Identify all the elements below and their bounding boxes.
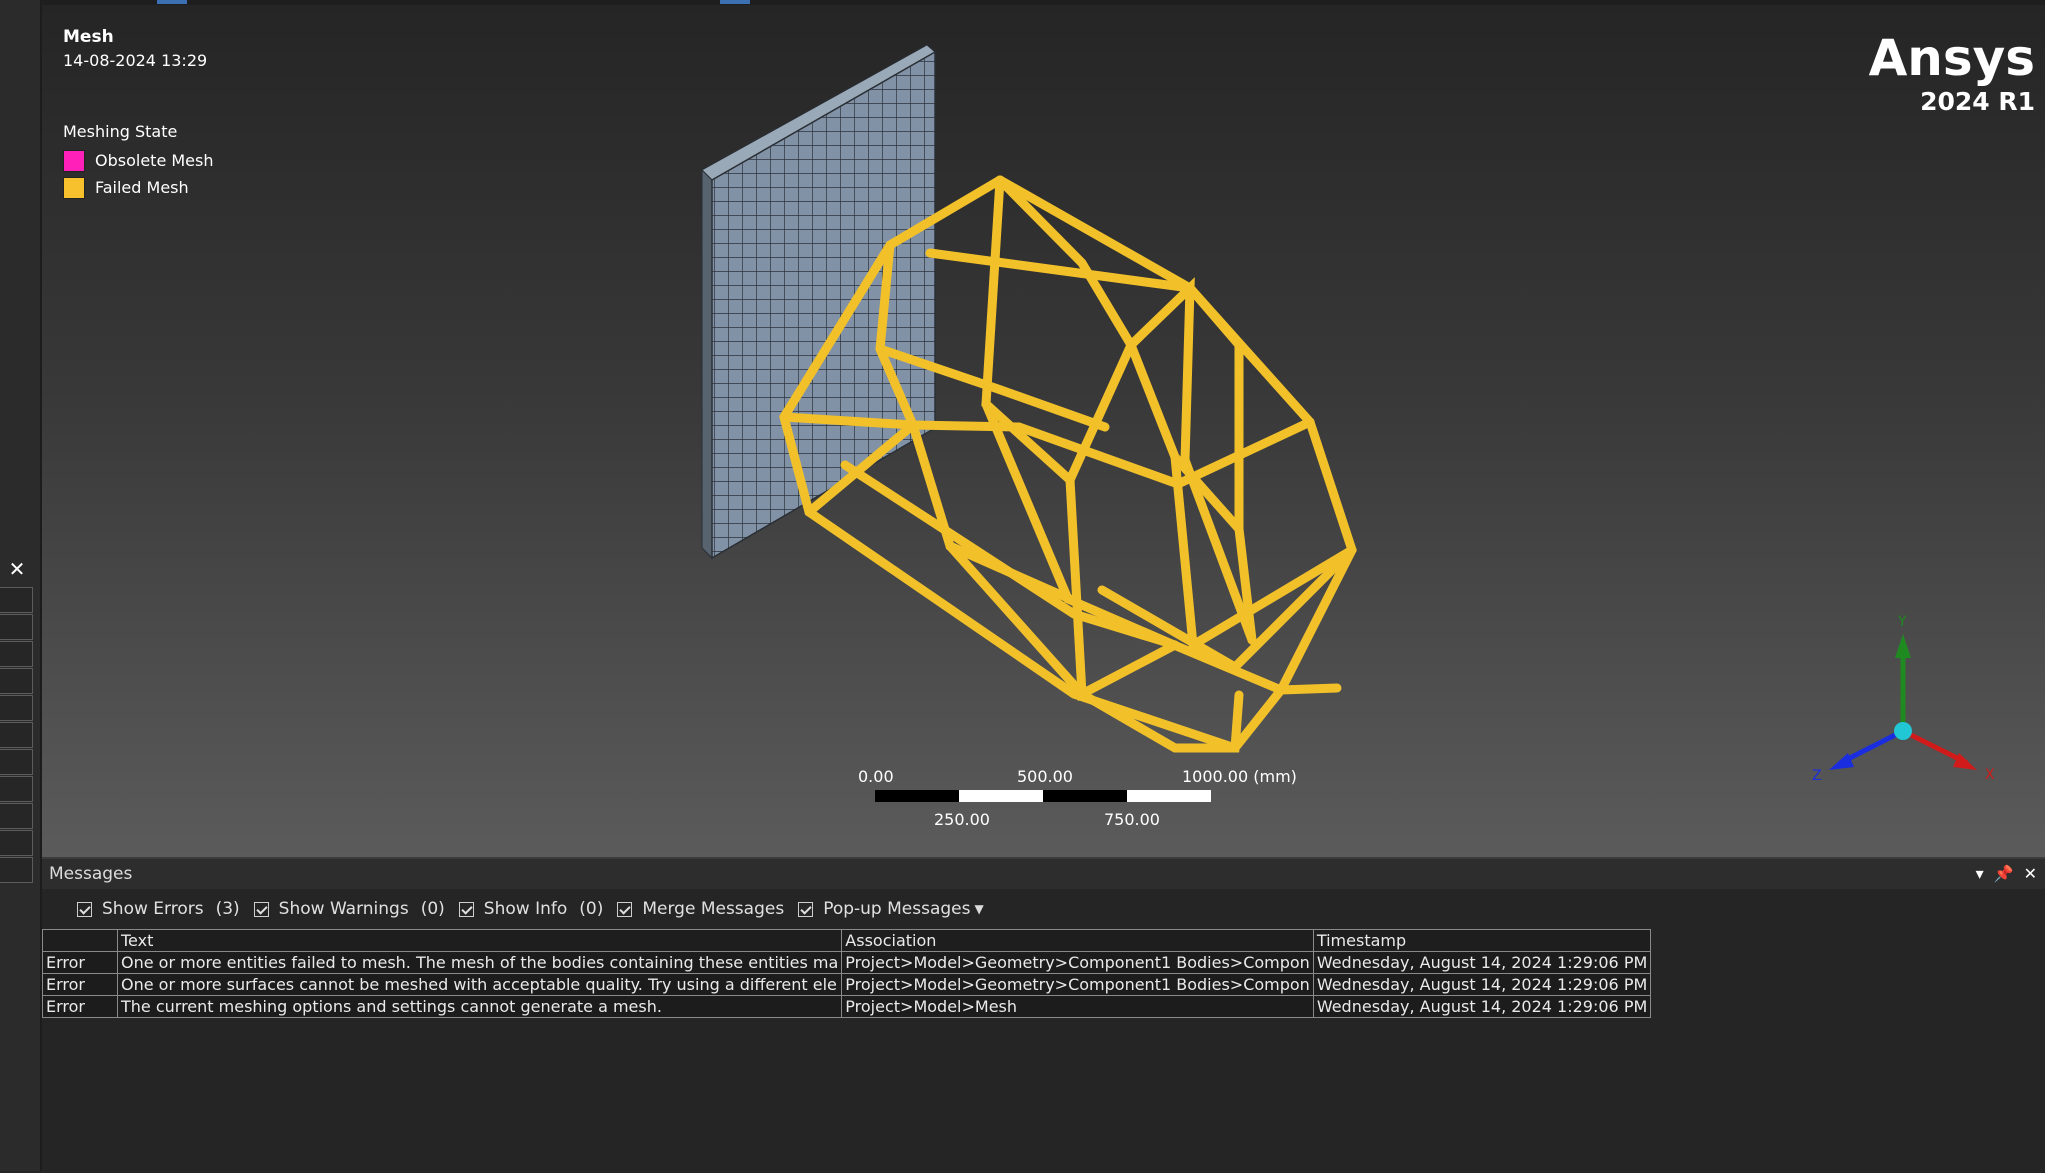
messages-header: Messages ▾ 📌 ✕	[42, 859, 2045, 889]
table-header-row: Text Association Timestamp	[42, 929, 1652, 952]
graphics-viewport[interactable]: Mesh 14-08-2024 13:29 Meshing State Obso…	[42, 5, 2045, 857]
y-axis-label: Y	[1898, 614, 1907, 630]
message-text: One or more surfaces cannot be meshed wi…	[116, 973, 843, 996]
column-header-type[interactable]	[42, 929, 118, 952]
message-type: Error	[42, 951, 118, 974]
filter-label: Pop-up Messages	[823, 899, 971, 919]
message-association: Project>Model>Mesh	[841, 995, 1314, 1018]
filter-label: Show Info	[483, 899, 568, 919]
message-text: One or more entities failed to mesh. The…	[116, 951, 843, 974]
filter-label: Show Warnings	[278, 899, 409, 919]
chevron-down-icon[interactable]: ▾	[1976, 864, 1984, 883]
messages-title: Messages	[49, 864, 133, 884]
filter-label: Show Errors	[102, 899, 204, 919]
message-association: Project>Model>Geometry>Component1 Bodies…	[841, 973, 1314, 996]
checkbox-checked-icon[interactable]	[253, 901, 269, 917]
details-cell[interactable]	[0, 668, 33, 694]
scale-label: 750.00	[1104, 810, 1160, 829]
details-cell[interactable]	[0, 587, 33, 613]
checkbox-checked-icon[interactable]	[77, 901, 92, 917]
show-info-checkbox[interactable]: Show Info (0)	[458, 899, 604, 919]
details-grid	[0, 587, 33, 884]
messages-panel: Messages ▾ 📌 ✕ Show Errors (3) Show Warn…	[42, 857, 2045, 1173]
coordinate-triad[interactable]: Y X Z	[1792, 600, 2012, 804]
messages-table: Text Association Timestamp Error One or …	[42, 929, 1652, 1018]
filter-count: (0)	[420, 899, 445, 919]
table-row[interactable]: Error One or more surfaces cannot be mes…	[42, 973, 1652, 996]
scale-bar	[875, 790, 1211, 802]
details-cell[interactable]	[0, 614, 33, 640]
show-warnings-checkbox[interactable]: Show Warnings (0)	[253, 899, 445, 919]
toolbar-tab-indicator[interactable]	[157, 0, 187, 4]
details-cell[interactable]	[0, 641, 33, 667]
checkbox-checked-icon[interactable]	[798, 901, 814, 917]
table-row[interactable]: Error One or more entities failed to mes…	[42, 951, 1652, 974]
details-cell[interactable]	[0, 830, 33, 856]
dropdown-arrow-icon[interactable]: ▼	[975, 902, 984, 916]
message-timestamp: Wednesday, August 14, 2024 1:29:06 PM	[1312, 973, 1652, 996]
merge-messages-checkbox[interactable]: Merge Messages	[617, 899, 784, 919]
message-timestamp: Wednesday, August 14, 2024 1:29:06 PM	[1312, 995, 1652, 1018]
popup-messages-checkbox[interactable]: Pop-up Messages ▼	[798, 899, 984, 919]
message-type: Error	[42, 973, 118, 996]
checkbox-checked-icon[interactable]	[617, 901, 633, 917]
scale-label: 0.00	[858, 767, 894, 786]
x-axis-label: X	[1985, 767, 1995, 783]
close-icon[interactable]: ✕	[4, 556, 30, 582]
scale-label: 500.00	[1017, 767, 1073, 786]
details-cell[interactable]	[0, 722, 33, 748]
filter-label: Merge Messages	[642, 899, 785, 919]
show-errors-checkbox[interactable]: Show Errors (3)	[77, 899, 240, 919]
column-header-association[interactable]: Association	[841, 929, 1314, 952]
message-text: The current meshing options and settings…	[116, 995, 843, 1018]
pin-icon[interactable]: 📌	[1994, 864, 2014, 883]
toolbar-tab-indicator[interactable]	[720, 0, 750, 4]
details-cell[interactable]	[0, 776, 33, 802]
messages-filter-toolbar: Show Errors (3) Show Warnings (0) Show I…	[42, 889, 2045, 929]
details-cell[interactable]	[0, 749, 33, 775]
filter-count: (0)	[579, 899, 604, 919]
checkbox-checked-icon[interactable]	[458, 901, 474, 917]
message-association: Project>Model>Geometry>Component1 Bodies…	[841, 951, 1314, 974]
scale-label: 250.00	[934, 810, 990, 829]
left-side-panel: ✕	[0, 0, 42, 1171]
details-cell[interactable]	[0, 803, 33, 829]
message-type: Error	[42, 995, 118, 1018]
close-icon[interactable]: ✕	[2024, 864, 2037, 883]
message-timestamp: Wednesday, August 14, 2024 1:29:06 PM	[1312, 951, 1652, 974]
column-header-text[interactable]: Text	[116, 929, 843, 952]
details-cell[interactable]	[0, 695, 33, 721]
scale-label: 1000.00 (mm)	[1182, 767, 1297, 786]
details-cell[interactable]	[0, 857, 33, 883]
filter-count: (3)	[215, 899, 240, 919]
table-row[interactable]: Error The current meshing options and se…	[42, 995, 1652, 1018]
z-axis-label: Z	[1812, 768, 1822, 784]
column-header-timestamp[interactable]: Timestamp	[1312, 929, 1652, 952]
